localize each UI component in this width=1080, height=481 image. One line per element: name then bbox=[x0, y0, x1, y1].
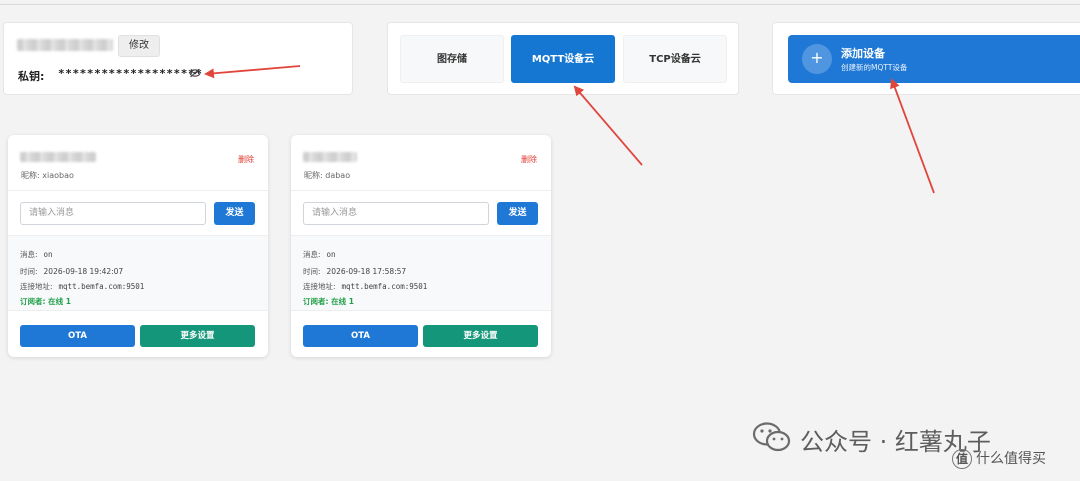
tab-image-storage[interactable]: 图存储 bbox=[400, 35, 504, 83]
device-nickname: 昵称: xiaobao bbox=[21, 171, 74, 180]
address-line: 连接地址: mqtt.bemfa.com:9501 bbox=[20, 281, 144, 292]
plus-icon: + bbox=[802, 44, 832, 74]
add-device-title: 添加设备 bbox=[841, 47, 885, 60]
eye-hidden-icon[interactable] bbox=[189, 68, 201, 78]
time-label: 时间: bbox=[20, 267, 38, 276]
blurred-username bbox=[17, 39, 113, 51]
top-divider bbox=[0, 4, 1080, 5]
message-input[interactable]: 请输入消息 bbox=[20, 202, 206, 225]
site-watermark: 值什么值得买 bbox=[952, 448, 1046, 469]
add-device-panel: + 添加设备 创建新的MQTT设备 bbox=[772, 22, 1080, 95]
message-value: on bbox=[43, 250, 53, 259]
device-card: 删除 昵称: xiaobao 请输入消息 发送 消息: on 时间: 2026-09… bbox=[8, 135, 268, 357]
device-card-header: 删除 昵称: dabao bbox=[291, 135, 551, 191]
delete-button[interactable]: 删除 bbox=[238, 154, 254, 165]
delete-button[interactable]: 删除 bbox=[521, 154, 537, 165]
cloud-tabs-panel: 图存储 MQTT设备云 TCP设备云 bbox=[387, 22, 739, 95]
subscriber-status: 订阅者: 在线 1 bbox=[303, 297, 354, 306]
arrow-to-add-device bbox=[890, 78, 935, 194]
add-device-button[interactable]: + 添加设备 创建新的MQTT设备 bbox=[788, 35, 1080, 83]
message-value: on bbox=[326, 250, 336, 259]
tab-mqtt-cloud[interactable]: MQTT设备云 bbox=[511, 35, 615, 83]
blurred-device-id bbox=[20, 152, 96, 162]
address-value: mqtt.bemfa.com:9501 bbox=[341, 282, 428, 291]
address-line: 连接地址: mqtt.bemfa.com:9501 bbox=[303, 281, 427, 292]
time-value: 2026-09-18 19:42:07 bbox=[43, 267, 124, 276]
add-device-subtitle: 创建新的MQTT设备 bbox=[841, 63, 908, 72]
message-line: 消息: on bbox=[303, 249, 336, 260]
tab-tcp-cloud[interactable]: TCP设备云 bbox=[623, 35, 727, 83]
arrow-to-mqtt-tab bbox=[573, 85, 643, 166]
time-line: 时间: 2026-09-18 17:58:57 bbox=[303, 266, 406, 277]
site-logo-icon: 值 bbox=[952, 449, 972, 469]
private-key-value: ******************** bbox=[58, 67, 203, 80]
device-card-header: 删除 昵称: xiaobao bbox=[8, 135, 268, 191]
edit-button[interactable]: 修改 bbox=[118, 35, 160, 57]
site-watermark-text: 什么值得买 bbox=[976, 451, 1046, 467]
send-button[interactable]: 发送 bbox=[497, 202, 538, 225]
time-label: 时间: bbox=[303, 267, 321, 276]
time-line: 时间: 2026-09-18 19:42:07 bbox=[20, 266, 123, 277]
private-key-label: 私钥: bbox=[18, 70, 45, 83]
device-info: 消息: on 时间: 2026-09-18 17:58:57 连接地址: mqtt.b… bbox=[291, 235, 551, 311]
ota-button[interactable]: OTA bbox=[303, 325, 418, 347]
address-value: mqtt.bemfa.com:9501 bbox=[58, 282, 145, 291]
address-label: 连接地址: bbox=[303, 282, 336, 291]
device-card: 删除 昵称: dabao 请输入消息 发送 消息: on 时间: 2026-09-1… bbox=[291, 135, 551, 357]
device-info: 消息: on 时间: 2026-09-18 19:42:07 连接地址: mqtt.b… bbox=[8, 235, 268, 311]
message-line: 消息: on bbox=[20, 249, 53, 260]
send-button[interactable]: 发送 bbox=[214, 202, 255, 225]
address-label: 连接地址: bbox=[20, 282, 53, 291]
device-nickname: 昵称: dabao bbox=[304, 171, 351, 180]
message-label: 消息: bbox=[303, 250, 321, 259]
more-settings-button[interactable]: 更多设置 bbox=[423, 325, 538, 347]
more-settings-button[interactable]: 更多设置 bbox=[140, 325, 255, 347]
key-panel: 修改 私钥: ******************** bbox=[3, 22, 353, 95]
ota-button[interactable]: OTA bbox=[20, 325, 135, 347]
message-input[interactable]: 请输入消息 bbox=[303, 202, 489, 225]
time-value: 2026-09-18 17:58:57 bbox=[326, 267, 407, 276]
subscriber-status: 订阅者: 在线 1 bbox=[20, 297, 71, 306]
message-label: 消息: bbox=[20, 250, 38, 259]
wechat-logo-icon bbox=[752, 422, 791, 452]
blurred-device-id bbox=[303, 152, 357, 162]
